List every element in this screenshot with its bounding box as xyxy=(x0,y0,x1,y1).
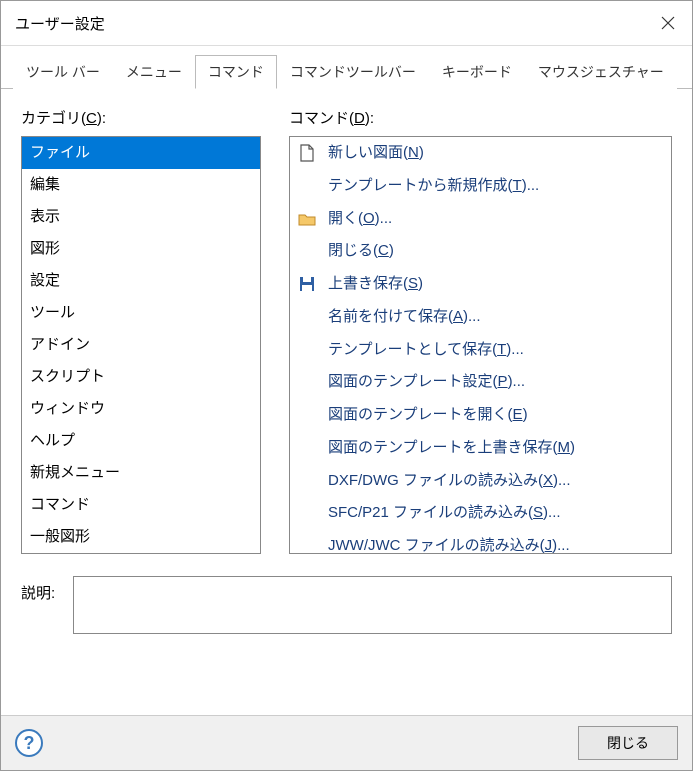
save-icon xyxy=(298,275,316,293)
close-icon xyxy=(661,16,675,30)
category-item[interactable]: 新規メニュー xyxy=(22,457,260,489)
tab-1[interactable]: メニュー xyxy=(113,55,195,89)
tab-4[interactable]: キーボード xyxy=(429,55,525,89)
tab-0[interactable]: ツール バー xyxy=(13,55,113,89)
blank-icon xyxy=(298,472,316,490)
folder-icon xyxy=(298,210,316,228)
blank-icon xyxy=(298,537,316,554)
command-item[interactable]: 名前を付けて保存(A)... xyxy=(290,301,671,334)
description-label: 説明: xyxy=(21,576,55,603)
command-item[interactable]: 図面のテンプレートを開く(E) xyxy=(290,399,671,432)
category-item[interactable]: ツール xyxy=(22,297,260,329)
command-item[interactable]: テンプレートから新規作成(T)... xyxy=(290,170,671,203)
command-label: コマンド(D): xyxy=(289,107,672,128)
category-label: カテゴリ(C): xyxy=(21,107,261,128)
blank-icon xyxy=(298,406,316,424)
category-item[interactable]: 点 xyxy=(22,553,260,554)
category-listbox[interactable]: ファイル編集表示図形設定ツールアドインスクリプトウィンドウヘルプ新規メニューコマ… xyxy=(21,136,261,554)
command-label: JWW/JWC ファイルの読み込み(J)... xyxy=(328,534,570,554)
help-button[interactable]: ? xyxy=(15,729,43,757)
command-item[interactable]: 閉じる(C) xyxy=(290,235,671,268)
command-item[interactable]: SFC/P21 ファイルの読み込み(S)... xyxy=(290,497,671,530)
category-item[interactable]: ファイル xyxy=(22,137,260,169)
description-box xyxy=(73,576,672,634)
category-item[interactable]: スクリプト xyxy=(22,361,260,393)
category-item[interactable]: コマンド xyxy=(22,489,260,521)
command-label: 図面のテンプレート設定(P)... xyxy=(328,370,525,395)
blank-icon xyxy=(298,243,316,261)
blank-icon xyxy=(298,374,316,392)
tab-2[interactable]: コマンド xyxy=(195,55,277,89)
command-item[interactable]: 上書き保存(S) xyxy=(290,268,671,301)
command-listbox[interactable]: 新しい図面(N) テンプレートから新規作成(T)... 開く(O)... 閉じる(C)… xyxy=(289,136,672,554)
blank-icon xyxy=(298,308,316,326)
category-item[interactable]: アドイン xyxy=(22,329,260,361)
blank-icon xyxy=(298,177,316,195)
command-label: 上書き保存(S) xyxy=(328,272,423,297)
command-item[interactable]: 図面のテンプレートを上書き保存(M) xyxy=(290,432,671,465)
category-item[interactable]: ヘルプ xyxy=(22,425,260,457)
tab-content: カテゴリ(C): ファイル編集表示図形設定ツールアドインスクリプトウィンドウヘル… xyxy=(1,89,692,715)
dialog-footer: ? 閉じる xyxy=(1,715,692,770)
command-label: テンプレートから新規作成(T)... xyxy=(328,174,539,199)
category-item[interactable]: 図形 xyxy=(22,233,260,265)
command-item[interactable]: 新しい図面(N) xyxy=(290,137,671,170)
category-item[interactable]: 編集 xyxy=(22,169,260,201)
command-label: 新しい図面(N) xyxy=(328,141,424,166)
tab-3[interactable]: コマンドツールバー xyxy=(277,55,429,89)
command-item[interactable]: テンプレートとして保存(T)... xyxy=(290,334,671,367)
category-item[interactable]: ウィンドウ xyxy=(22,393,260,425)
command-item[interactable]: 開く(O)... xyxy=(290,203,671,236)
help-icon: ? xyxy=(24,733,35,754)
tab-bar: ツール バーメニューコマンドコマンドツールバーキーボードマウスジェスチャー xyxy=(1,46,692,89)
command-item[interactable]: JWW/JWC ファイルの読み込み(J)... xyxy=(290,530,671,554)
command-label: テンプレートとして保存(T)... xyxy=(328,338,524,363)
command-label: 図面のテンプレートを開く(E) xyxy=(328,403,528,428)
command-label: SFC/P21 ファイルの読み込み(S)... xyxy=(328,501,561,526)
close-button[interactable]: 閉じる xyxy=(578,726,678,760)
command-label: DXF/DWG ファイルの読み込み(X)... xyxy=(328,469,571,494)
category-item[interactable]: 表示 xyxy=(22,201,260,233)
tab-5[interactable]: マウスジェスチャー xyxy=(525,55,677,89)
command-label: 閉じる(C) xyxy=(328,239,394,264)
command-label: 名前を付けて保存(A)... xyxy=(328,305,481,330)
command-item[interactable]: 図面のテンプレート設定(P)... xyxy=(290,366,671,399)
command-label: 開く(O)... xyxy=(328,207,392,232)
titlebar: ユーザー設定 xyxy=(1,1,692,46)
category-item[interactable]: 設定 xyxy=(22,265,260,297)
doc-icon xyxy=(298,144,316,162)
blank-icon xyxy=(298,439,316,457)
blank-icon xyxy=(298,341,316,359)
command-item[interactable]: DXF/DWG ファイルの読み込み(X)... xyxy=(290,465,671,498)
category-item[interactable]: 一般図形 xyxy=(22,521,260,553)
window-title: ユーザー設定 xyxy=(15,13,105,34)
command-label: 図面のテンプレートを上書き保存(M) xyxy=(328,436,575,461)
window-close-button[interactable] xyxy=(654,9,682,37)
blank-icon xyxy=(298,505,316,523)
